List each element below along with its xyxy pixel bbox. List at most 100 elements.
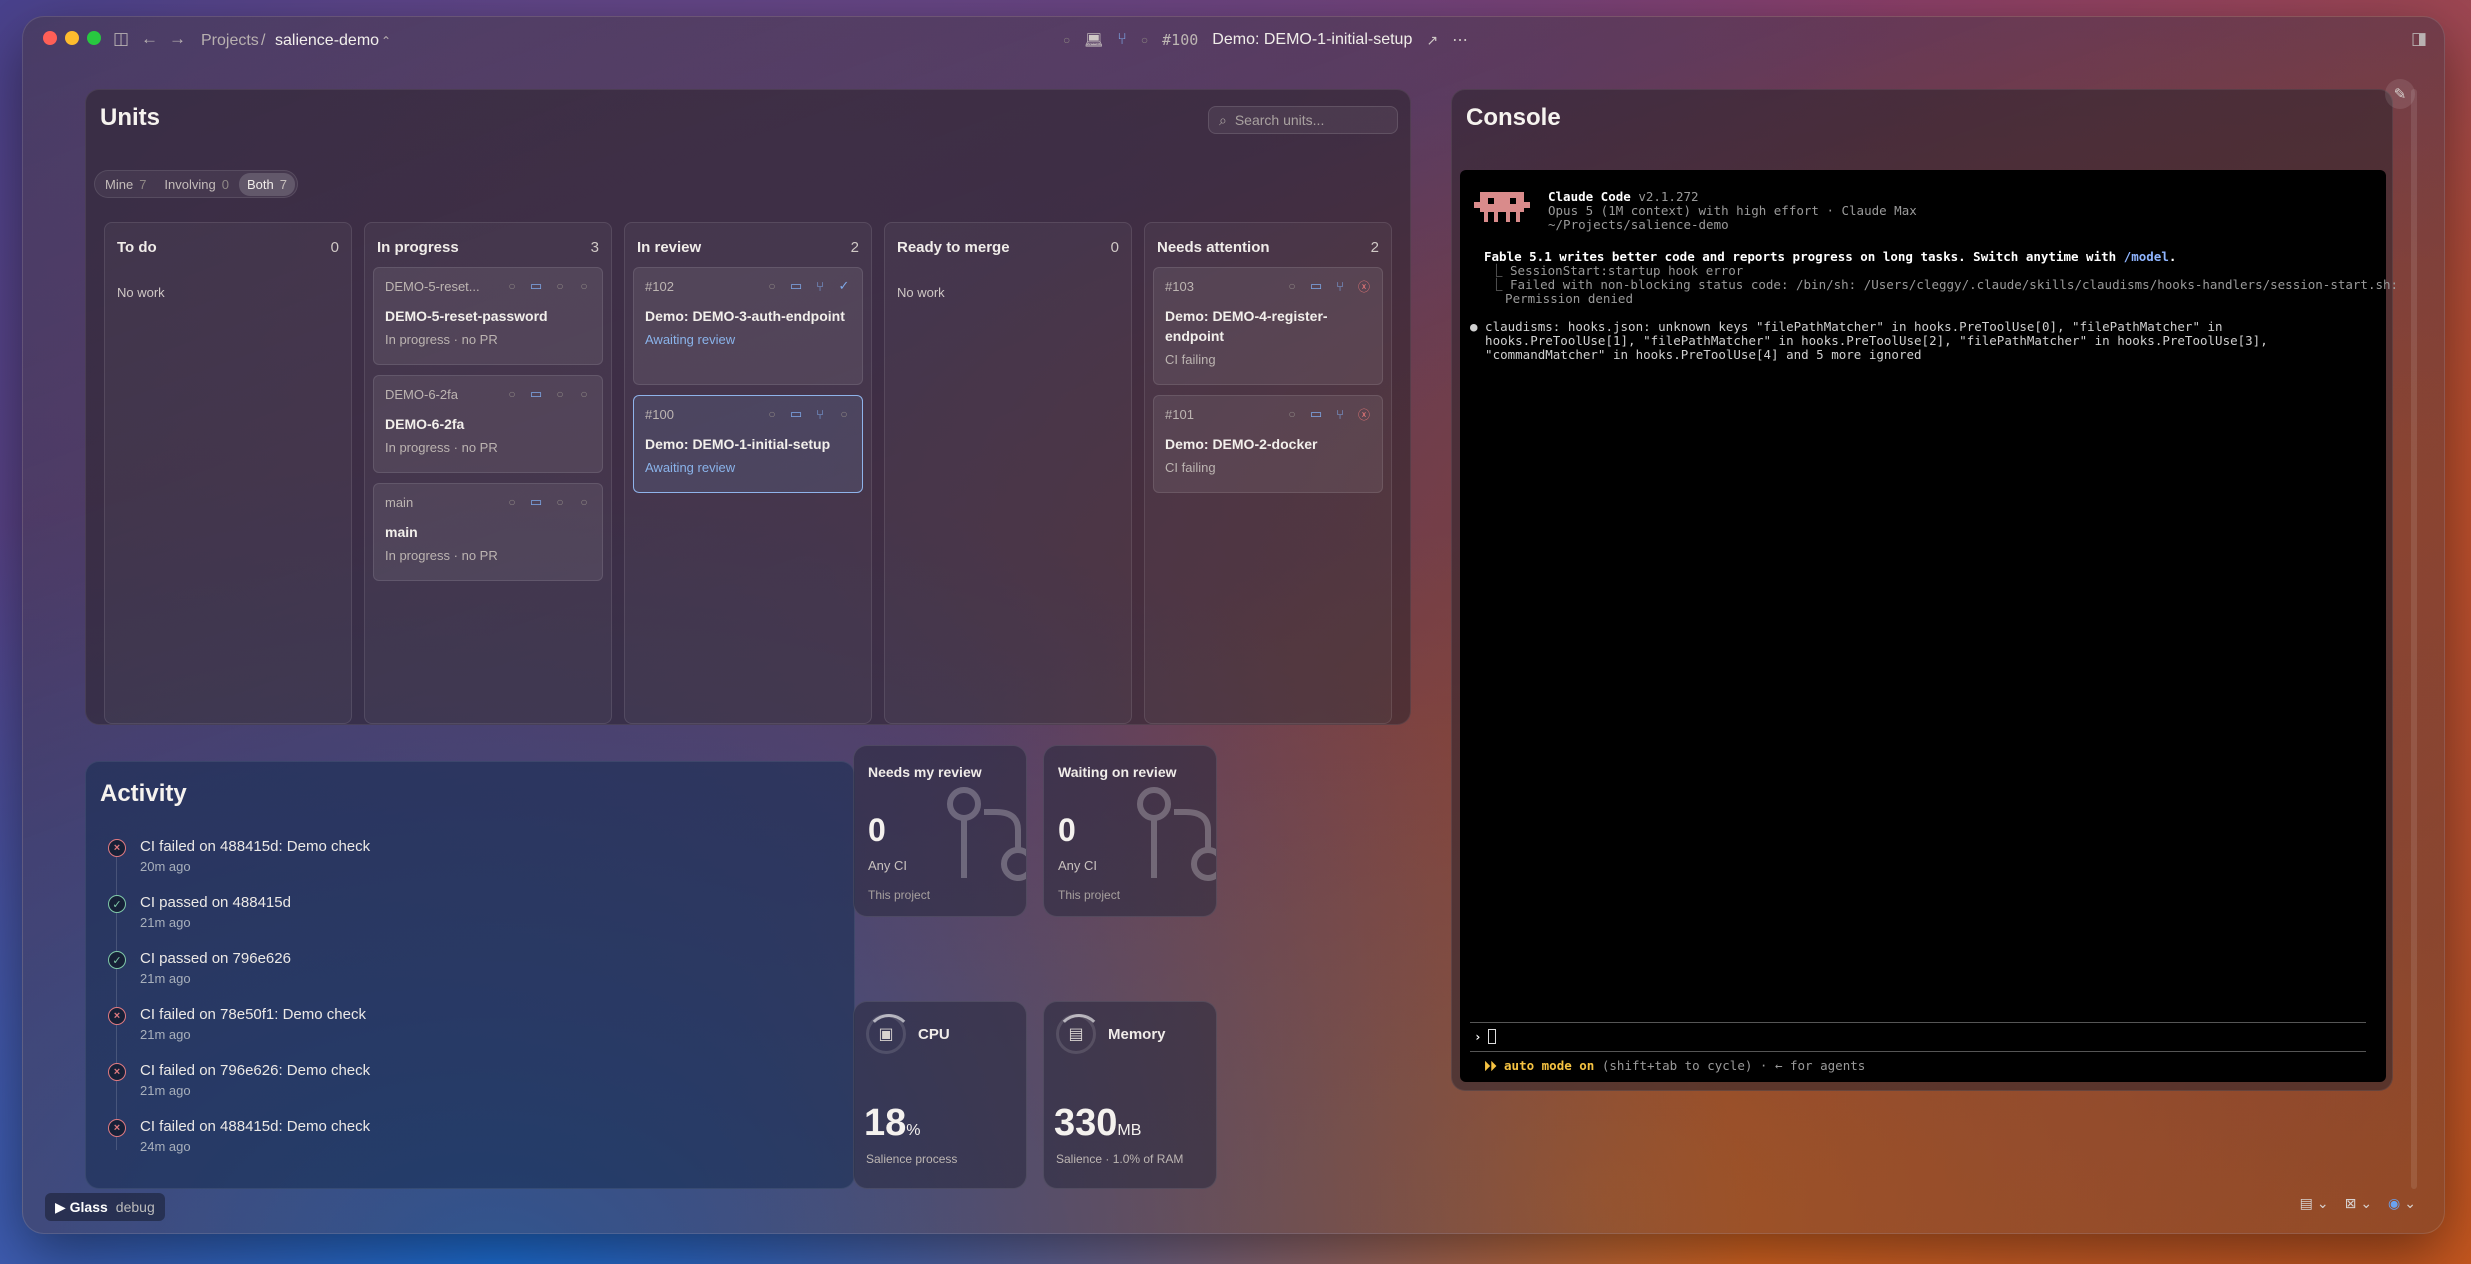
unit-status: In progress · no PR [385,548,498,563]
search-units-input[interactable]: ⌕ Search units... [1208,106,1398,134]
breadcrumb-projects[interactable]: Projects [201,32,259,50]
empty-column-text: No work [897,285,945,300]
text-cursor [1488,1029,1496,1044]
breadcrumb-separator: / [261,32,266,49]
activity-time: 21m ago [140,971,191,986]
unit-title: Demo: DEMO-3-auth-endpoint [645,308,845,324]
puzzle-icon: ⊠ [2344,1195,2357,1211]
unit-title: Demo: DEMO-4-register-endpoint [1165,308,1328,344]
laptop-icon: ▭ [1309,406,1323,421]
laptop-icon[interactable]: 💻︎ [1084,31,1103,49]
unit-ref: DEMO-5-reset... [385,278,480,294]
laptop-icon: ▭ [1309,278,1323,293]
needs-my-review-card[interactable]: Needs my review 0 Any CI This project [853,745,1027,917]
scrollbar[interactable] [2411,89,2417,1189]
column-header: Ready to merge 0 [897,239,1119,256]
stat-filter: Any CI [1058,858,1098,873]
memory-value: 330 [1054,1102,1118,1144]
activity-item[interactable]: ✓ CI passed on 488415d 21m ago [108,894,291,930]
unit-title: DEMO-5-reset-password [385,308,548,324]
project-switch-chevron-icon[interactable]: ⌃ [381,34,391,48]
activity-item[interactable]: × CI failed on 488415d: Demo check 24m ag… [108,1118,370,1154]
filter-mine[interactable]: Mine 7 [97,173,154,196]
unit-ref: #100 [645,406,674,422]
stat-value: 0 [1058,812,1076,848]
empty-column-text: No work [117,285,165,300]
column-needs-attention: Needs attention 2 #103 ○ ▭ ⑂ ⓧ Demo: DEMO-4-… [1144,222,1392,724]
search-icon: ⌕ [1219,111,1227,128]
unit-status: CI failing [1165,352,1216,367]
compose-menu[interactable]: ▤ ⌄ [2300,1195,2329,1212]
open-external-icon[interactable]: ↗ [1426,32,1438,49]
waiting-on-review-card[interactable]: Waiting on review 0 Any CI This project [1043,745,1217,917]
warning-line-1: ● claudisms: hooks.json: unknown keys "f… [1470,319,2223,334]
close-window-button[interactable] [43,31,57,45]
unit-card[interactable]: main ○ ▭ ○ ○ main In progress · no PR [373,483,603,581]
extensions-menu[interactable]: ⊠ ⌄ [2345,1195,2372,1212]
breadcrumb-project[interactable]: salience-demo [275,32,379,50]
activity-item[interactable]: × CI failed on 796e626: Demo check 21m ag… [108,1062,370,1098]
cpu-chip-icon: ▣ [866,1014,912,1054]
activity-item[interactable]: × CI failed on 488415d: Demo check 20m ag… [108,838,370,874]
status-circle-icon: ○ [508,495,516,509]
unit-title: Demo: DEMO-2-docker [1165,436,1318,452]
prompt-input[interactable]: › [1470,1022,2366,1052]
terminal[interactable]: Claude Code v2.1.272 Opus 5 (1M context)… [1460,170,2398,1082]
chevron-down-icon: ⌄ [2360,1195,2373,1211]
filter-involving[interactable]: Involving 0 [156,173,237,196]
unit-status: CI failing [1165,460,1216,475]
memory-card: ▤ Memory 330MB Salience · 1.0% of RAM [1043,1001,1217,1189]
glass-label: ▶ Glass [55,1198,108,1215]
unit-card[interactable]: DEMO-6-2fa ○ ▭ ○ ○ DEMO-6-2fa In progress ·… [373,375,603,473]
activity-item[interactable]: ✓ CI passed on 796e626 21m ago [108,950,291,986]
browser-menu[interactable]: ◉ ⌄ [2388,1195,2416,1212]
activity-time: 21m ago [140,1027,191,1042]
memory-title: Memory [1108,1026,1166,1043]
unit-card[interactable]: #102 ○ ▭ ⑂ ✓ Demo: DEMO-3-auth-endpoint Awa… [633,267,863,385]
app-window: ◫ ← → Projects / salience-demo ⌃ ○ 💻︎ ⑂ … [22,16,2445,1234]
activity-item[interactable]: × CI failed on 78e50f1: Demo check 21m ag… [108,1006,366,1042]
activity-title: Activity [100,780,187,807]
units-panel: Units ⌕ Search units... Mine 7 Involving 0… [85,89,1411,725]
zoom-window-button[interactable] [87,31,101,45]
check-circle-icon: ○ [580,387,588,401]
status-circle-icon: ○ [768,279,776,293]
memory-chip-icon: ▤ [1056,1014,1102,1054]
column-in-progress: In progress 3 DEMO-5-reset... ○ ▭ ○ ○ DEMO-5… [364,222,612,724]
status-circle-icon: ○ [508,387,516,401]
more-options-icon[interactable]: ⋯ [1452,30,1468,50]
column-count: 2 [850,239,859,256]
ci-passed-icon: ✓ [108,951,126,969]
unit-card[interactable]: DEMO-5-reset... ○ ▭ ○ ○ DEMO-5-reset-passwo… [373,267,603,365]
hook-error-line: ⎿ SessionStart:startup hook error [1490,263,1744,278]
activity-text: CI failed on 488415d: Demo check [140,1118,371,1135]
activity-text: CI passed on 796e626 [140,950,291,967]
pull-request-icon[interactable]: ⑂ [1117,31,1127,49]
glass-debug-badge[interactable]: ▶ Glass debug [45,1193,165,1221]
unit-card[interactable]: #103 ○ ▭ ⑂ ⓧ Demo: DEMO-4-register-endpoint… [1153,267,1383,385]
unit-card[interactable]: #101 ○ ▭ ⑂ ⓧ Demo: DEMO-2-docker CI failing [1153,395,1383,493]
pull-request-icon: ⑂ [1336,406,1344,422]
check-passed-icon: ✓ [838,278,850,293]
column-count: 0 [330,239,339,256]
console-panel: Console Claude Code v2.1.272 Opus 5 (1M … [1451,89,2398,1091]
filter-label: Both [246,176,274,192]
warning-line-2: hooks.PreToolUse[1], "filePathMatcher" i… [1470,333,2268,348]
sidebar-toggle-icon[interactable]: ◫ [113,29,129,49]
unit-card-selected[interactable]: #100 ○ ▭ ⑂ ○ Demo: DEMO-1-initial-setup Awa… [633,395,863,493]
column-count: 0 [1110,239,1119,256]
forward-arrow-icon[interactable]: → [169,29,186,49]
hook-error-detail: ⎿ Failed with non-blocking status code: … [1490,277,2399,292]
minimize-window-button[interactable] [65,31,79,45]
unit-status: In progress · no PR [385,332,498,347]
filter-both[interactable]: Both 7 [238,172,295,196]
back-arrow-icon[interactable]: ← [141,29,158,49]
inspector-toggle-icon[interactable]: ◨ [2411,29,2427,49]
check-circle-icon: ○ [840,407,848,421]
column-title: In progress [377,239,459,256]
column-header: To do 0 [117,239,339,256]
activity-time: 24m ago [140,1139,191,1154]
console-title: Console [1466,104,1561,131]
activity-text: CI passed on 488415d [140,894,291,911]
stat-scope: This project [1058,888,1121,902]
